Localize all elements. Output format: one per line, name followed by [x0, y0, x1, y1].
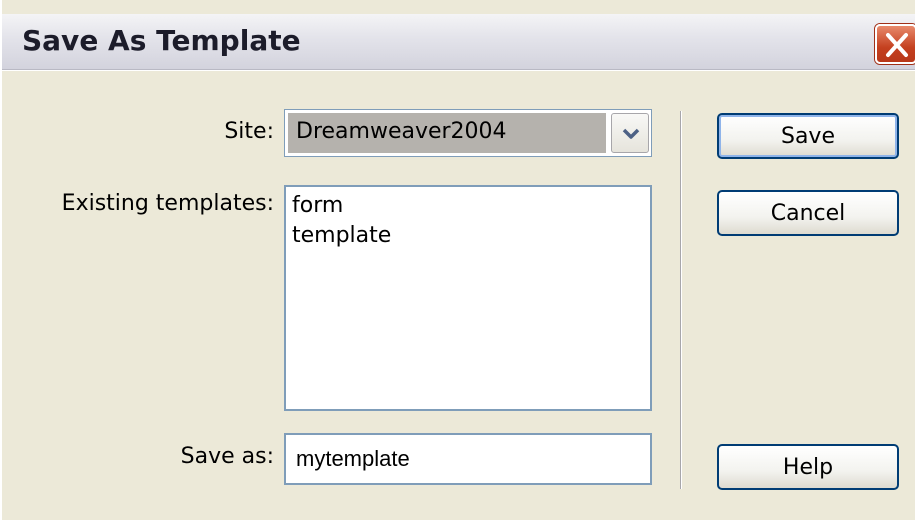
- dialog-body: Site: Dreamweaver2004 Existing templates…: [2, 70, 915, 520]
- save-button[interactable]: Save: [717, 113, 899, 159]
- site-label: Site:: [224, 119, 274, 144]
- save-as-template-dialog: Save As Template Site: Dreamweaver2004 E…: [0, 0, 915, 520]
- separator: [680, 111, 682, 489]
- save-as-label: Save as:: [180, 444, 274, 469]
- title-bar[interactable]: Save As Template: [2, 14, 915, 70]
- close-icon: [886, 33, 908, 57]
- existing-templates-list[interactable]: form template: [284, 185, 652, 411]
- close-button[interactable]: [875, 24, 915, 64]
- dialog-title: Save As Template: [22, 24, 301, 57]
- help-button[interactable]: Help: [717, 444, 899, 490]
- existing-templates-label: Existing templates:: [61, 191, 274, 216]
- chevron-down-icon: [622, 128, 640, 139]
- list-item[interactable]: template: [292, 221, 644, 251]
- site-dropdown[interactable]: Dreamweaver2004: [284, 109, 652, 157]
- site-selected-value: Dreamweaver2004: [288, 113, 606, 153]
- save-as-input[interactable]: [284, 433, 652, 485]
- cancel-button[interactable]: Cancel: [717, 190, 899, 236]
- dropdown-button[interactable]: [611, 113, 649, 153]
- list-item[interactable]: form: [292, 191, 644, 221]
